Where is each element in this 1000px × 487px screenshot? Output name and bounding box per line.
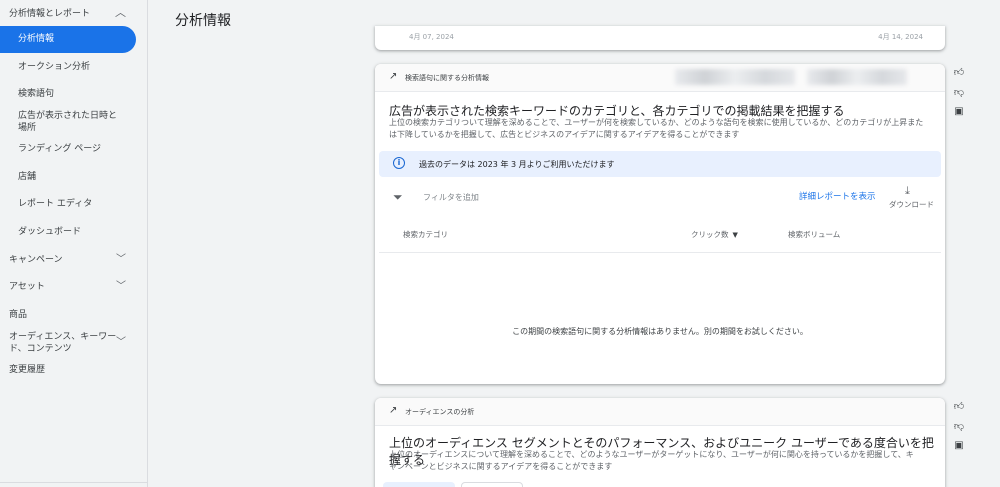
thumbs-up-icon[interactable]: 👍︎ [952, 400, 966, 412]
sidebar-item-auction-insights[interactable]: オークション分析 [0, 61, 136, 73]
sidebar-item-assets[interactable]: アセット ﹀ [0, 281, 136, 293]
card-description: 上位のオーディエンスについて理解を深めることで、どのようなユーザーがターゲットに… [389, 449, 937, 473]
card-header: ↗ オーディエンスの分析 [375, 398, 945, 426]
download-icon[interactable]: ⤓ [905, 184, 910, 198]
chevron-down-icon: ﹀ [116, 337, 126, 348]
sidebar-item-label: ランディング ページ [18, 144, 102, 154]
sidebar-item-when-where[interactable]: 広告が表示された日時と場所 [0, 110, 120, 134]
sidebar-item-label: ダッシュボード [18, 227, 82, 237]
chevron-up-icon: ︿ [115, 6, 126, 19]
info-banner: i 過去のデータは 2023 年 3 月よりご利用いただけます [379, 151, 941, 177]
thumbs-down-icon[interactable]: 👎︎ [952, 86, 966, 98]
sidebar-item-change-history[interactable]: 変更履歴 [0, 364, 136, 376]
card-header-label: オーディエンスの分析 [405, 408, 475, 416]
sidebar-item-search-terms[interactable]: 検索語句 [0, 88, 136, 100]
chevron-down-icon: ﹀ [116, 254, 126, 265]
chart-card-partial: 4月 07, 2024 4月 14, 2024 [375, 26, 945, 50]
audience-insights-card: ↗ オーディエンスの分析 上位のオーディエンス セグメントとそのパフォーマンス、… [375, 398, 945, 487]
column-header-search-category[interactable]: 検索カテゴリ [403, 229, 448, 240]
thumbs-up-icon[interactable]: 👍︎ [952, 66, 966, 78]
date-tick-start: 4月 07, 2024 [409, 33, 454, 41]
info-banner-text: 過去のデータは 2023 年 3 月よりご利用いただけます [419, 160, 615, 169]
filter-icon[interactable]: ⏷ [393, 190, 403, 205]
feedback-comment-icon[interactable]: ▣ [952, 106, 966, 117]
card-description-line: は下降しているかを把握して、広告とビジネスのアイデアに関するアイデアを得ることが… [389, 130, 740, 139]
column-header-clicks[interactable]: クリック数 ▼ [691, 229, 738, 240]
info-icon: i [393, 157, 405, 169]
sidebar-item-dashboards[interactable]: ダッシュボード [0, 226, 136, 238]
trend-icon: ↗ [389, 71, 398, 82]
card-description-line: ャンペーンとビジネスに関するアイデアを得ることができます [389, 462, 613, 471]
sidebar-item-label: 検索語句 [18, 89, 55, 99]
sidebar-item-label: 変更履歴 [9, 365, 46, 375]
table-divider [379, 252, 941, 253]
search-terms-insights-card: ↗ 検索語句に関する分析情報 広告が表示された検索キーワードのカテゴリと、各カテ… [375, 64, 945, 384]
card-header: ↗ 検索語句に関する分析情報 [375, 64, 945, 92]
redacted-account-info [807, 69, 907, 85]
sidebar-item-label: レポート エディタ [18, 199, 93, 209]
sidebar-item-report-editor[interactable]: レポート エディタ [0, 198, 136, 210]
sidebar-item-label: 広告が表示された日時と場所 [18, 111, 118, 133]
sidebar-item-insights[interactable]: 分析情報 [0, 26, 136, 53]
card-description-line: 上位のオーディエンスについて理解を深めることで、どのようなユーザーがターゲットに… [389, 450, 914, 459]
card-description-line: 上位の検索カテゴリついて理解を深めることで、ユーザーが何を検索しているか、どのよ… [389, 118, 924, 127]
date-tick-end: 4月 14, 2024 [878, 33, 923, 41]
segment-chip[interactable] [461, 482, 523, 487]
sidebar: 分析情報とレポート ︿ 分析情報 オークション分析 検索語句 広告が表示された日… [0, 0, 148, 487]
sidebar-divider [0, 482, 148, 483]
view-detailed-report-link[interactable]: 詳細レポートを表示 [799, 190, 876, 202]
sidebar-item-label: オーディエンス、キーワード、コンテンツ [9, 332, 117, 354]
sidebar-section-insights-reports[interactable]: 分析情報とレポート ︿ [0, 0, 140, 24]
sidebar-section-label: 分析情報とレポート [9, 9, 91, 19]
sidebar-item-campaigns[interactable]: キャンペーン ﹀ [0, 254, 136, 266]
empty-state-message: この期間の検索語句に関する分析情報はありません。別の期間をお試しください。 [512, 327, 808, 336]
column-header-search-volume[interactable]: 検索ボリューム [788, 229, 840, 240]
sidebar-item-label: キャンペーン [9, 255, 63, 265]
sidebar-item-label: 店舗 [18, 172, 37, 182]
trend-icon: ↗ [389, 405, 398, 416]
thumbs-down-icon[interactable]: 👎︎ [952, 420, 966, 432]
sidebar-item-products[interactable]: 商品 [0, 309, 136, 321]
segment-chip[interactable] [383, 482, 455, 487]
download-button-label[interactable]: ダウンロード [889, 199, 934, 210]
add-filter-input[interactable]: フィルタを追加 [423, 192, 479, 203]
column-header-label: クリック数 [691, 230, 729, 239]
feedback-comment-icon[interactable]: ▣ [952, 440, 966, 451]
sidebar-item-label: アセット [9, 282, 45, 292]
redacted-account-info [675, 69, 795, 85]
card-header-label: 検索語句に関する分析情報 [405, 74, 489, 82]
sidebar-item-audiences-keywords-content[interactable]: オーディエンス、キーワード、コンテンツ ﹀ [0, 331, 136, 355]
sidebar-item-landing-pages[interactable]: ランディング ページ [0, 143, 136, 155]
sidebar-item-label: オークション分析 [18, 62, 91, 72]
sidebar-item-stores[interactable]: 店舗 [0, 171, 136, 183]
sort-desc-icon: ▼ [732, 231, 738, 239]
sidebar-item-label: 商品 [9, 310, 28, 320]
page-title: 分析情報 [175, 13, 231, 29]
card-description: 上位の検索カテゴリついて理解を深めることで、ユーザーが何を検索しているか、どのよ… [389, 117, 937, 141]
sidebar-item-label: 分析情報 [18, 34, 55, 44]
chevron-down-icon: ﹀ [116, 281, 126, 292]
